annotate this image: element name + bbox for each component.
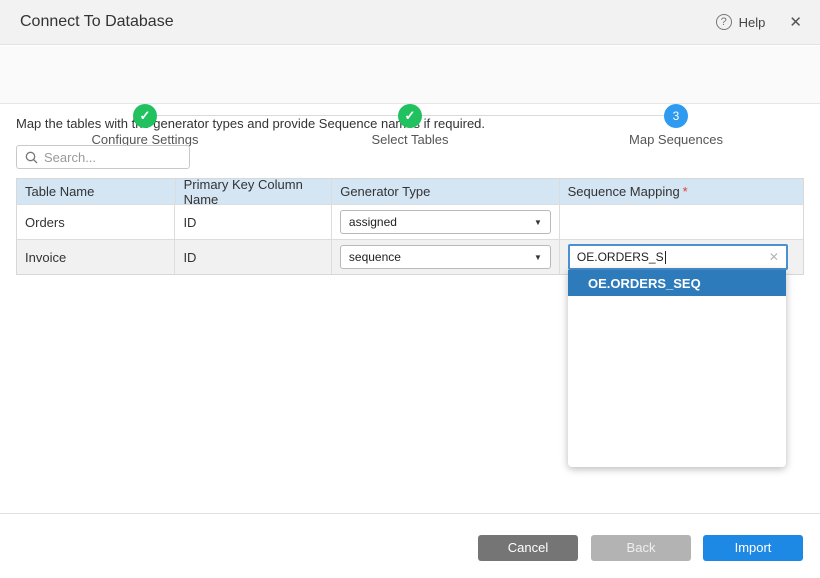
- table-header-row: Table Name Primary Key Column Name Gener…: [17, 179, 803, 204]
- close-icon[interactable]: ✕: [789, 13, 802, 31]
- back-button[interactable]: Back: [591, 535, 691, 561]
- cell-generator-type: assigned ▼: [332, 205, 560, 239]
- dialog-title: Connect To Database: [20, 13, 174, 31]
- column-header-table-name: Table Name: [17, 179, 176, 204]
- help-label: Help: [739, 15, 766, 30]
- chevron-down-icon: ▼: [534, 253, 542, 262]
- text-caret: [665, 251, 666, 264]
- search-input[interactable]: Search...: [16, 145, 190, 169]
- column-header-primary-key: Primary Key Column Name: [176, 179, 333, 204]
- cell-primary-key: ID: [175, 240, 331, 274]
- search-icon: [25, 151, 38, 164]
- generator-type-select-invoice[interactable]: sequence ▼: [340, 245, 551, 269]
- cell-sequence-mapping-empty: [560, 205, 803, 239]
- step-select-tables-indicator[interactable]: ✓: [398, 104, 422, 128]
- generator-type-value: assigned: [349, 215, 397, 229]
- cell-table-name: Orders: [17, 205, 175, 239]
- titlebar-actions: ? Help ✕: [716, 13, 802, 31]
- step-label-select-tables: Select Tables: [310, 132, 510, 147]
- wizard-stepper: ✓ ✓ 3 Configure Settings Select Tables M…: [0, 46, 820, 104]
- import-button[interactable]: Import: [703, 535, 803, 561]
- sequence-mapping-input-value: OE.ORDERS_S: [577, 250, 664, 264]
- column-header-generator-type: Generator Type: [332, 179, 559, 204]
- clear-input-icon[interactable]: ✕: [769, 250, 779, 264]
- autocomplete-option-oe-orders-seq[interactable]: OE.ORDERS_SEQ: [568, 270, 786, 296]
- cell-table-name: Invoice: [17, 240, 175, 274]
- cell-sequence-mapping: OE.ORDERS_S ✕: [560, 240, 803, 274]
- cancel-button[interactable]: Cancel: [478, 535, 578, 561]
- column-header-sequence-mapping-label: Sequence Mapping: [568, 184, 680, 199]
- question-circle-icon: ?: [716, 14, 732, 30]
- sequence-autocomplete-dropdown: OE.ORDERS_SEQ: [568, 270, 786, 467]
- table-row-invoice: Invoice ID sequence ▼ OE.ORDERS_S ✕: [17, 239, 803, 274]
- table-row-orders: Orders ID assigned ▼: [17, 204, 803, 239]
- search-placeholder: Search...: [44, 150, 96, 165]
- chevron-down-icon: ▼: [534, 218, 542, 227]
- step-map-sequences-indicator[interactable]: 3: [664, 104, 688, 128]
- generator-type-value: sequence: [349, 250, 401, 264]
- sequence-mapping-table: Table Name Primary Key Column Name Gener…: [16, 178, 804, 275]
- footer-divider: [0, 513, 820, 514]
- check-icon: ✓: [140, 108, 151, 124]
- dialog-titlebar: Connect To Database ? Help ✕: [0, 0, 820, 45]
- generator-type-select-orders[interactable]: assigned ▼: [340, 210, 551, 234]
- cell-generator-type: sequence ▼: [332, 240, 560, 274]
- help-button[interactable]: ? Help: [716, 14, 766, 30]
- step-configure-settings-indicator[interactable]: ✓: [133, 104, 157, 128]
- column-header-sequence-mapping: Sequence Mapping *: [560, 179, 803, 204]
- step-number: 3: [673, 109, 680, 123]
- cell-primary-key: ID: [175, 205, 331, 239]
- required-asterisk: *: [683, 184, 688, 199]
- check-icon: ✓: [405, 108, 416, 124]
- step-label-map-sequences: Map Sequences: [576, 132, 776, 147]
- sequence-mapping-input[interactable]: OE.ORDERS_S ✕: [568, 244, 788, 270]
